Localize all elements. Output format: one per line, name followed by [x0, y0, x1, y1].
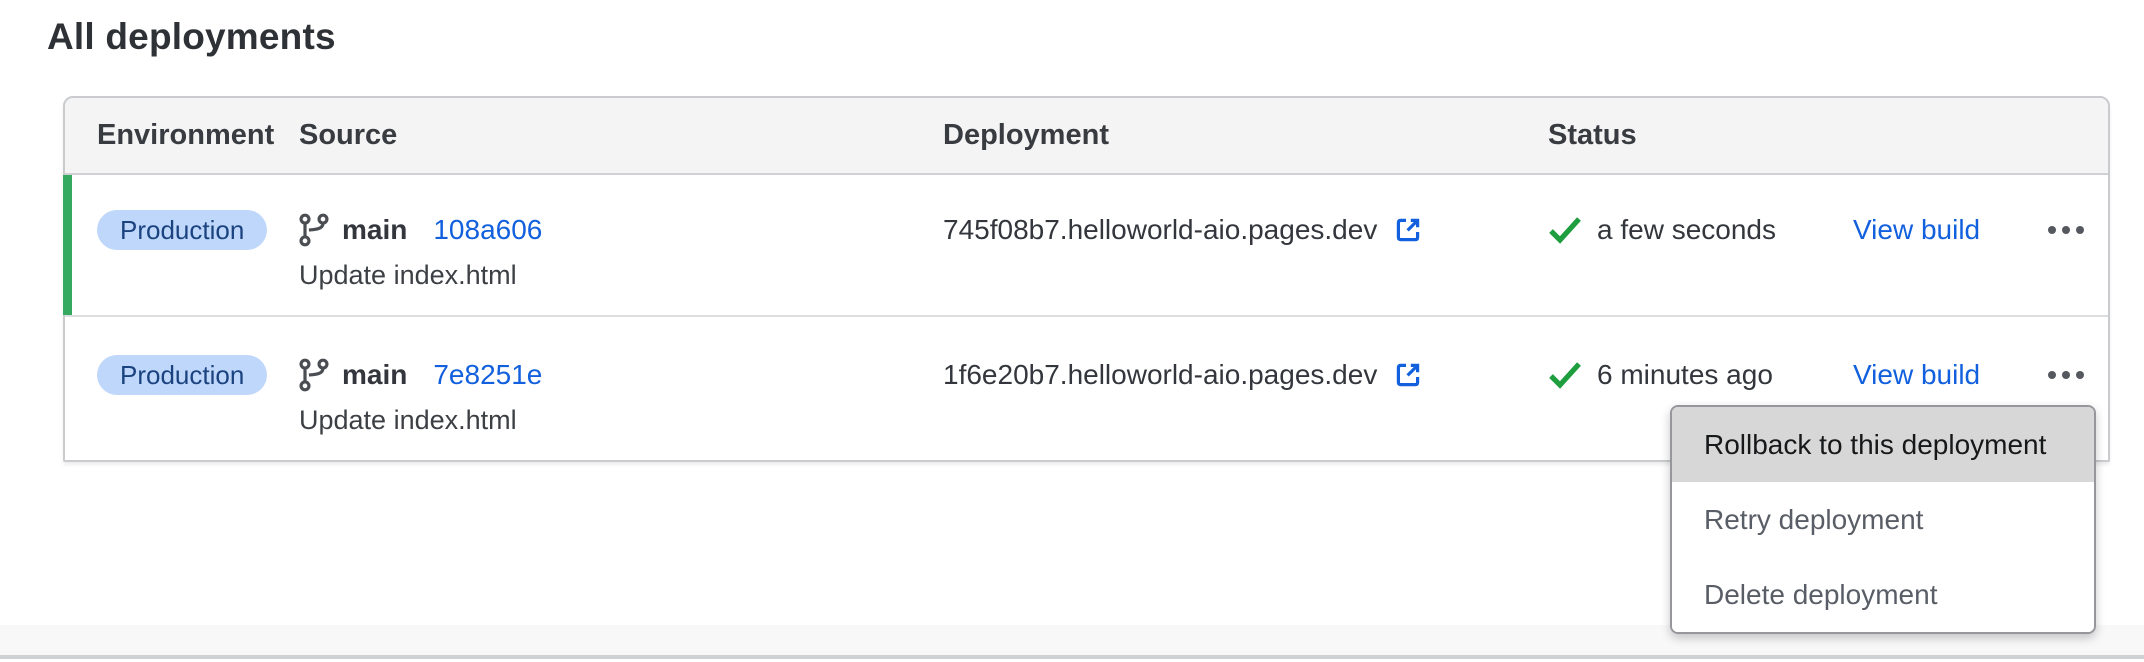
check-icon — [1548, 361, 1582, 389]
column-header-source: Source — [299, 119, 943, 152]
menu-item-delete[interactable]: Delete deployment — [1672, 557, 2094, 632]
git-branch-icon — [299, 213, 329, 247]
deployment-url: 1f6e20b7.helloworld-aio.pages.dev — [943, 359, 1377, 391]
menu-item-rollback[interactable]: Rollback to this deployment — [1672, 407, 2094, 482]
column-header-deployment: Deployment — [943, 119, 1548, 152]
ellipsis-menu-icon[interactable] — [2042, 361, 2090, 389]
status-time: a few seconds — [1597, 214, 1776, 246]
commit-hash-link[interactable]: 108a606 — [433, 214, 542, 246]
deployment-context-menu: Rollback to this deployment Retry deploy… — [1670, 405, 2096, 634]
git-branch-icon — [299, 358, 329, 392]
check-icon — [1548, 216, 1582, 244]
status-time: 6 minutes ago — [1597, 359, 1773, 391]
environment-badge: Production — [97, 355, 267, 395]
commit-message: Update index.html — [299, 257, 943, 293]
commit-hash-link[interactable]: 7e8251e — [433, 359, 542, 391]
ellipsis-menu-icon[interactable] — [2042, 216, 2090, 244]
section-divider-line — [0, 655, 2144, 659]
view-build-link[interactable]: View build — [1853, 359, 1980, 391]
column-header-status: Status — [1548, 119, 1853, 152]
commit-message: Update index.html — [299, 402, 943, 438]
table-header-row: Environment Source Deployment Status — [65, 98, 2108, 175]
external-link-icon[interactable] — [1392, 359, 1424, 391]
page-title: All deployments — [47, 16, 336, 58]
view-build-link[interactable]: View build — [1853, 214, 1980, 246]
deployment-url: 745f08b7.helloworld-aio.pages.dev — [943, 214, 1377, 246]
column-header-environment: Environment — [65, 119, 299, 152]
external-link-icon[interactable] — [1392, 214, 1424, 246]
branch-name: main — [342, 359, 407, 391]
environment-badge: Production — [97, 210, 267, 250]
table-row: Production main 108a606 Update index.htm… — [65, 175, 2108, 317]
branch-name: main — [342, 214, 407, 246]
menu-item-retry[interactable]: Retry deployment — [1672, 482, 2094, 557]
